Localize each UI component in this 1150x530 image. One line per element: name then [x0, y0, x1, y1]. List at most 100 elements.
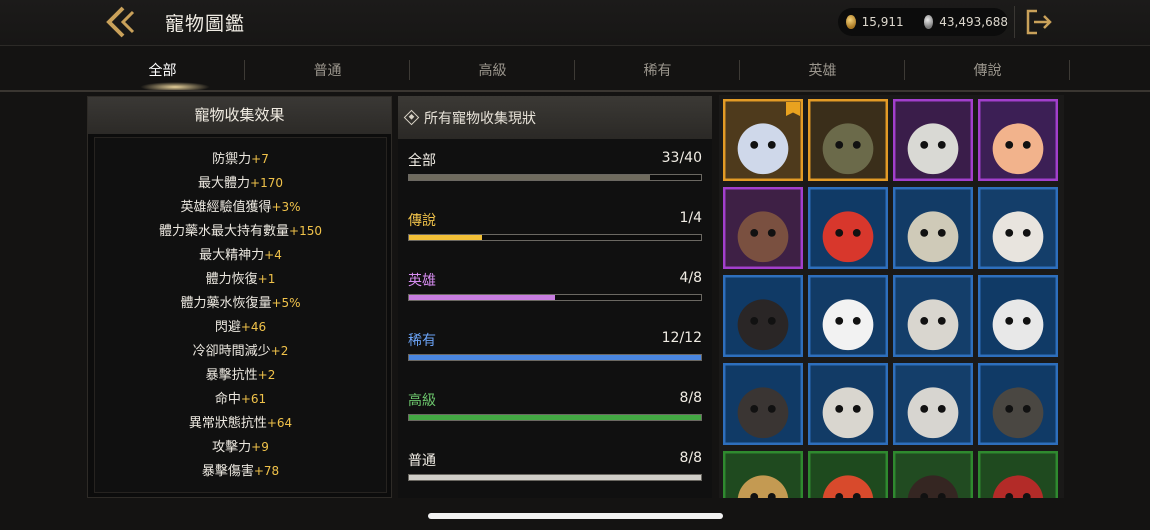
pet-portrait — [894, 188, 972, 268]
stat-potion-heal: 體力藥水恢復量+5% — [180, 296, 301, 311]
stat-crit-damage: 暴擊傷害+78 — [201, 464, 280, 479]
pet-portrait — [809, 188, 887, 268]
white-tiger-pet[interactable] — [893, 275, 973, 357]
pet-portrait — [809, 452, 887, 498]
stat-max-mp: 最大精神力+4 — [199, 248, 282, 263]
tab-separator — [1069, 60, 1070, 80]
progress-fill — [409, 415, 701, 420]
stat-hp-regen: 體力恢復+1 — [205, 272, 276, 287]
page-title: 寵物圖鑑 — [165, 13, 246, 35]
progress-bar — [408, 294, 702, 301]
rarity-count: 8/8 — [679, 450, 702, 466]
rarity-name: 普通 — [408, 453, 436, 469]
white-cat-pet[interactable] — [978, 187, 1058, 269]
stat-max-hp: 最大體力+170 — [198, 176, 283, 191]
rarity-count: 1/4 — [679, 210, 702, 226]
rarity-count: 33/40 — [661, 150, 702, 166]
rarity-row: 普通 8/8 — [408, 450, 702, 490]
pet-portrait — [724, 452, 802, 498]
rarity-count: 8/8 — [679, 390, 702, 406]
exit-icon — [1026, 9, 1052, 35]
pet-portrait — [979, 364, 1057, 444]
rarity-name: 稀有 — [408, 333, 436, 349]
pet-portrait — [979, 100, 1057, 180]
feather-pet[interactable] — [808, 451, 888, 498]
pet-portrait — [724, 188, 802, 268]
back-button[interactable] — [104, 5, 140, 39]
tab-rare[interactable]: 稀有 — [575, 60, 740, 80]
rarity-row: 全部 33/40 — [408, 150, 702, 190]
skull-blue-eye-pet[interactable] — [893, 363, 973, 445]
tiger-pet[interactable] — [893, 187, 973, 269]
collection-status-panel: 所有寵物收集現狀 全部 33/40 傳說 1/4 英雄 4/8 稀有 12/12 高級 8/8 普通… — [398, 96, 712, 498]
tab-hero[interactable]: 英雄 — [740, 60, 905, 80]
pet-portrait — [894, 100, 972, 180]
pet-portrait — [979, 452, 1057, 498]
collection-effects-panel: 寵物收集效果 防禦力+7 最大體力+170 英雄經驗值獲得+3% 體力藥水最大持… — [87, 96, 392, 498]
exit-button[interactable] — [1024, 8, 1052, 36]
pet-portrait — [894, 364, 972, 444]
currency-display: 15,911 43,493,688 — [838, 8, 1008, 36]
progress-fill — [409, 475, 701, 480]
collection-status-title: 所有寵物收集現狀 — [424, 110, 536, 127]
stat-cooldown: 冷卻時間減少+2 — [192, 344, 289, 359]
diamond-icon — [403, 109, 420, 126]
tab-legend[interactable]: 傳說 — [905, 60, 1070, 80]
stat-status-resist: 異常狀態抗性+64 — [188, 416, 293, 431]
stat-potion-capacity: 體力藥水最大持有數量+150 — [159, 224, 322, 239]
progress-bar — [408, 354, 702, 361]
black-cat-pet[interactable] — [723, 275, 803, 357]
tab-normal[interactable]: 普通 — [245, 60, 410, 80]
scarecrow-pet[interactable] — [978, 363, 1058, 445]
home-indicator — [428, 513, 723, 519]
pet-portrait — [724, 364, 802, 444]
progress-fill — [409, 295, 555, 300]
white-fox-pet[interactable] — [978, 275, 1058, 357]
back-arrow-icon — [106, 6, 135, 38]
rarity-count: 12/12 — [661, 330, 702, 346]
panda-pet[interactable] — [808, 275, 888, 357]
pet-portrait — [894, 452, 972, 498]
girl-doll-pet[interactable] — [723, 187, 803, 269]
rarity-name: 全部 — [408, 153, 436, 169]
stat-accuracy: 命中+61 — [214, 392, 267, 407]
stat-list: 防禦力+7 最大體力+170 英雄經驗值獲得+3% 體力藥水最大持有數量+150… — [94, 137, 387, 493]
progress-fill — [409, 235, 482, 240]
rarity-name: 傳說 — [408, 213, 436, 229]
red-devil-pet[interactable] — [978, 451, 1058, 498]
rarity-tabs: 全部 普通 高級 稀有 英雄 傳說 — [80, 50, 1150, 90]
flower-cat-pet[interactable] — [978, 99, 1058, 181]
tab-all[interactable]: 全部 — [80, 60, 245, 80]
armored-turtle-pet[interactable] — [808, 99, 888, 181]
pet-portrait — [894, 276, 972, 356]
progress-bar — [408, 174, 702, 181]
rarity-row: 傳說 1/4 — [408, 210, 702, 250]
pet-portrait — [979, 276, 1057, 356]
progress-fill — [409, 175, 650, 180]
pet-portrait — [809, 364, 887, 444]
skull-red-eye-pet[interactable] — [808, 363, 888, 445]
pet-portrait — [724, 276, 802, 356]
pet-grid — [719, 95, 1064, 498]
rarity-name: 英雄 — [408, 273, 436, 289]
dark-pet[interactable] — [893, 451, 973, 498]
stat-attack: 攻擊力+9 — [212, 440, 269, 455]
black-fox-pet[interactable] — [723, 363, 803, 445]
rarity-row: 高級 8/8 — [408, 390, 702, 430]
rarity-row: 稀有 12/12 — [408, 330, 702, 370]
straw-pet[interactable] — [723, 451, 803, 498]
red-parrot-pet[interactable] — [808, 187, 888, 269]
progress-fill — [409, 355, 701, 360]
header-divider — [1014, 6, 1015, 38]
pet-portrait — [979, 188, 1057, 268]
skeleton-pet[interactable] — [893, 99, 973, 181]
gold-coin-icon — [846, 15, 856, 29]
top-bar: 寵物圖鑑 15,911 43,493,688 — [0, 0, 1150, 46]
pet-portrait — [809, 100, 887, 180]
rarity-name: 高級 — [408, 393, 436, 409]
progress-bar — [408, 234, 702, 241]
tab-advanced[interactable]: 高級 — [410, 60, 575, 80]
pet-portrait — [809, 276, 887, 356]
collection-status-header: 所有寵物收集現狀 — [398, 96, 712, 139]
blue-white-dragon-pet[interactable] — [723, 99, 803, 181]
